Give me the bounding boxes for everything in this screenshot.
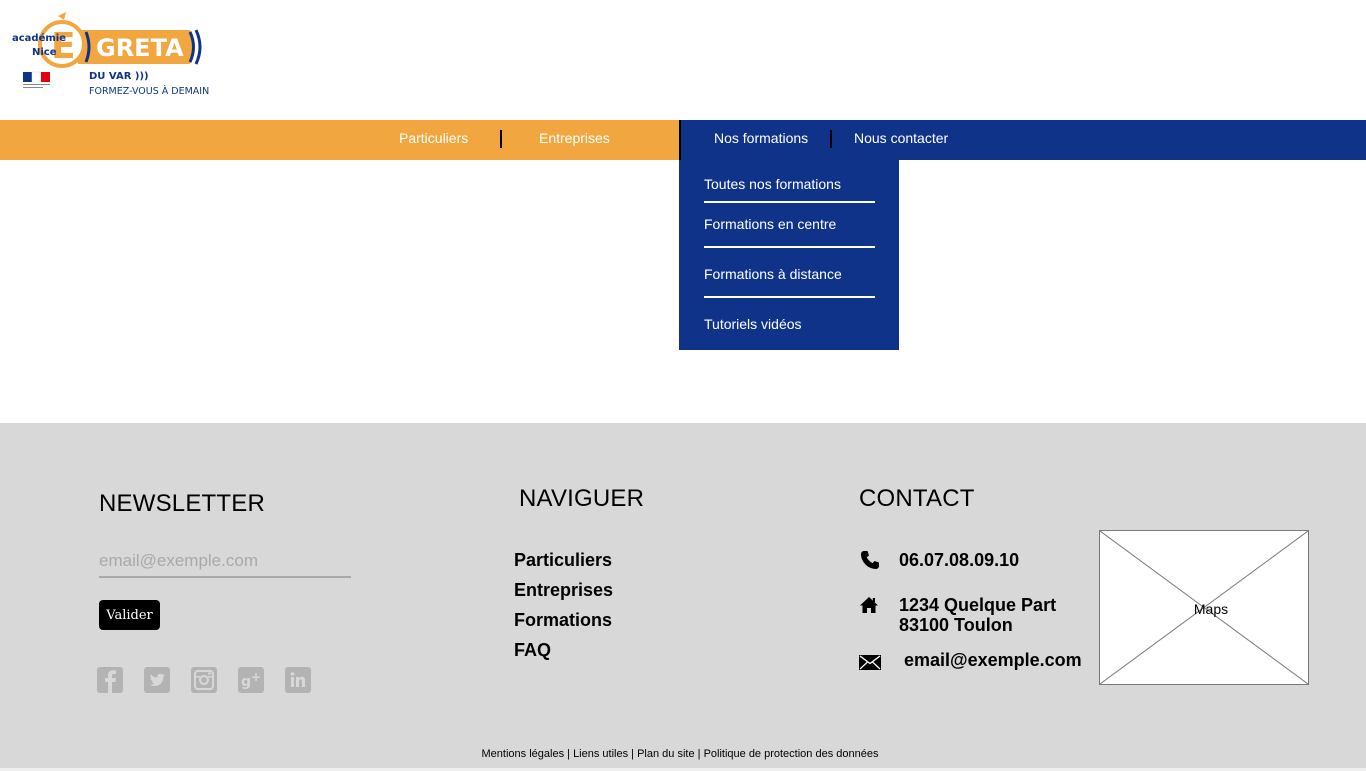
legal-links: Mentions légales | Liens utiles | Plan d… xyxy=(0,748,1360,760)
greta-logo[interactable]: E académie Nice GRETA DU VAR ))) FORMEZ-… xyxy=(0,0,228,120)
home-icon xyxy=(860,597,878,613)
legal-separator: | xyxy=(564,748,574,760)
twitter-icon[interactable] xyxy=(144,667,170,693)
nav-nos-formations[interactable]: Nos formations xyxy=(714,120,808,160)
dropdown-divider xyxy=(704,246,875,248)
dropdown-divider xyxy=(704,296,875,298)
instagram-icon[interactable] xyxy=(191,667,217,693)
dropdown-divider xyxy=(704,201,875,203)
nav-nous-contacter[interactable]: Nous contacter xyxy=(854,120,948,160)
newsletter-email-input[interactable] xyxy=(99,546,351,578)
dropdown-item-formations-distance[interactable]: Formations à distance xyxy=(704,266,842,282)
formations-dropdown: Toutes nos formations Formations en cent… xyxy=(679,160,899,350)
footer-link-entreprises[interactable]: Entreprises xyxy=(514,580,613,601)
legal-link-mentions[interactable]: Mentions légales xyxy=(482,748,565,760)
contact-heading: CONTACT xyxy=(859,485,975,512)
footer-link-faq[interactable]: FAQ xyxy=(514,640,551,661)
svg-text:Nice: Nice xyxy=(32,47,57,58)
newsletter-submit-button[interactable]: Valider xyxy=(99,600,160,630)
svg-text:DU VAR ))): DU VAR ))) xyxy=(89,71,149,82)
nav-entreprises[interactable]: Entreprises xyxy=(539,120,610,160)
dropdown-item-formations-centre[interactable]: Formations en centre xyxy=(704,216,836,232)
svg-text:+: + xyxy=(251,670,261,684)
facebook-icon[interactable] xyxy=(97,667,123,693)
nav-separator xyxy=(830,130,832,148)
contact-phone: 06.07.08.09.10 xyxy=(899,550,1020,570)
svg-text:FORMEZ-VOUS À DEMAIN: FORMEZ-VOUS À DEMAIN xyxy=(89,85,209,97)
legal-separator: | xyxy=(628,748,638,760)
map-label: Maps xyxy=(1193,601,1229,617)
newsletter-heading: NEWSLETTER xyxy=(99,490,266,517)
contact-address-line1: 1234 Quelque Part xyxy=(899,595,1057,615)
dropdown-item-toutes-formations[interactable]: Toutes nos formations xyxy=(704,176,841,192)
nav-separator xyxy=(500,130,502,148)
envelope-icon xyxy=(859,655,881,670)
svg-text:g: g xyxy=(241,674,251,690)
svg-text:GRETA: GRETA xyxy=(96,34,184,62)
naviguer-heading: NAVIGUER xyxy=(519,485,645,512)
legal-link-politique[interactable]: Politique de protection des données xyxy=(704,748,879,760)
contact-email-link[interactable]: email@exemple.com xyxy=(904,650,1082,671)
nav-divider xyxy=(679,120,681,160)
dropdown-item-tutoriels-videos[interactable]: Tutoriels vidéos xyxy=(704,316,802,332)
linkedin-icon[interactable] xyxy=(285,667,311,693)
legal-link-plan-du-site[interactable]: Plan du site xyxy=(637,748,694,760)
legal-separator: | xyxy=(694,748,704,760)
footer-link-formations[interactable]: Formations xyxy=(514,610,612,631)
greta-logo-graphic: E académie Nice GRETA DU VAR ))) FORMEZ-… xyxy=(12,12,209,97)
map-placeholder[interactable]: Maps xyxy=(1099,530,1309,685)
phone-icon xyxy=(861,551,879,569)
legal-link-liens-utiles[interactable]: Liens utiles xyxy=(573,748,628,760)
nav-particuliers[interactable]: Particuliers xyxy=(399,120,468,160)
contact-address-line2: 83100 Toulon xyxy=(899,615,1013,635)
footer-link-particuliers[interactable]: Particuliers xyxy=(514,550,612,571)
google-plus-icon[interactable]: g + xyxy=(238,667,264,693)
svg-text:académie: académie xyxy=(12,32,66,44)
